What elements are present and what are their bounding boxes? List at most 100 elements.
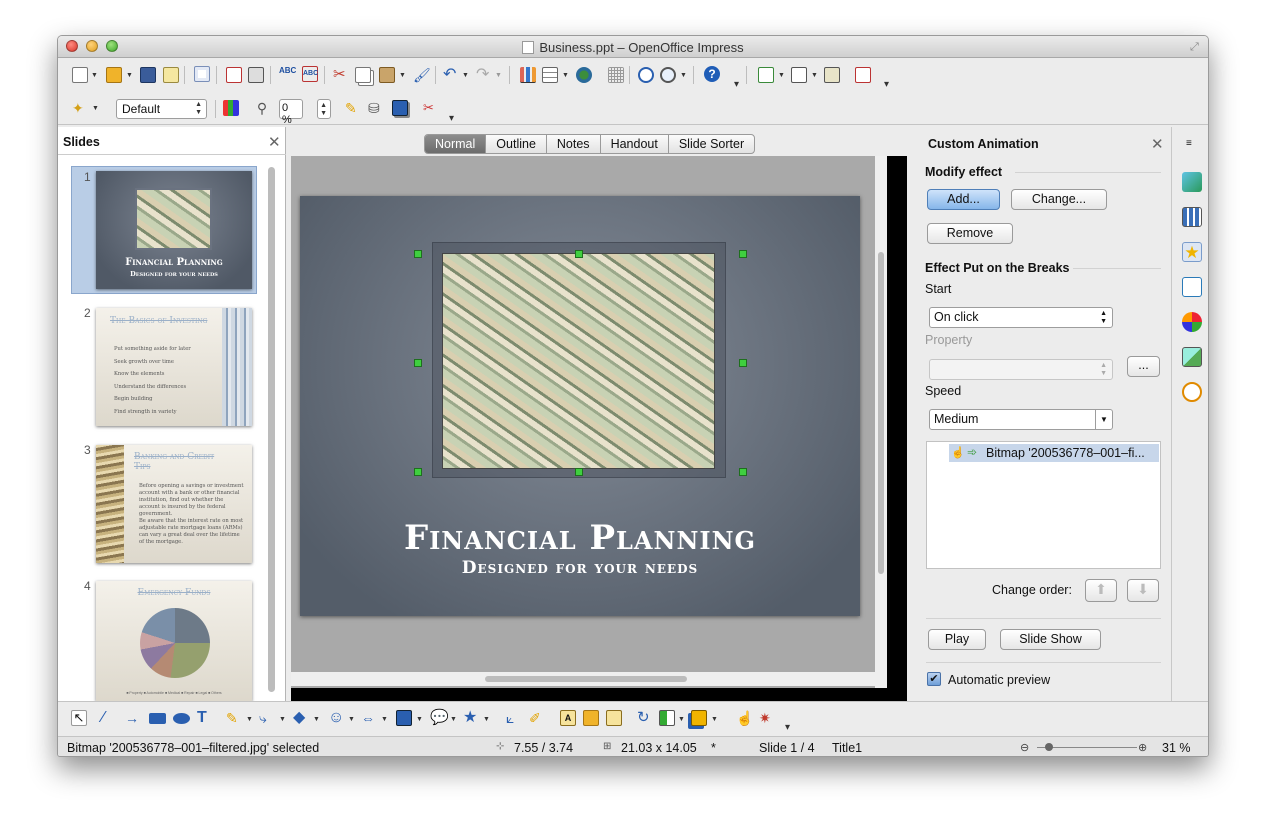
effects-list-item[interactable]: ☝ ➾ Bitmap '200536778–001–fi... xyxy=(949,444,1159,462)
color-bar-icon[interactable] xyxy=(223,100,239,116)
property-options-button[interactable]: ... xyxy=(1127,356,1160,377)
fontwork-icon[interactable]: A xyxy=(560,710,576,726)
slide-title[interactable]: Financial Planning xyxy=(300,518,860,558)
slide-thumbnail-1[interactable]: Financial Planning Designed for your nee… xyxy=(96,171,252,289)
close-animation-panel-icon[interactable]: ✕ xyxy=(1151,135,1164,153)
curve-icon[interactable]: ✎ xyxy=(226,710,242,726)
shadow-icon[interactable] xyxy=(392,100,408,116)
save-icon[interactable] xyxy=(140,67,156,83)
tab-notes[interactable]: Notes xyxy=(545,135,600,153)
main-slide[interactable]: Financial Planning Designed for your nee… xyxy=(300,196,860,616)
play-button[interactable]: Play xyxy=(928,629,986,650)
selection-handle[interactable] xyxy=(575,250,583,258)
symbol-shapes-icon[interactable]: ☺ xyxy=(328,710,344,726)
sidebar-menu-icon[interactable]: ≡ xyxy=(1186,138,1192,149)
zoom-out-icon[interactable]: ⊖ xyxy=(1020,741,1029,754)
callouts-icon[interactable]: 💬 xyxy=(430,710,449,726)
ellipse-icon[interactable] xyxy=(173,713,190,724)
remove-effect-button[interactable]: Remove xyxy=(927,223,1013,244)
change-effect-button[interactable]: Change... xyxy=(1011,189,1107,210)
move-up-button[interactable]: ⬆ xyxy=(1085,579,1117,602)
start-select[interactable]: On click ▲ ▼ xyxy=(929,307,1113,328)
display-grid-icon[interactable] xyxy=(576,67,592,83)
tab-normal[interactable]: Normal xyxy=(425,135,486,153)
filter-icon[interactable]: ⚲ xyxy=(254,100,270,116)
slide-subtitle[interactable]: Designed for your needs xyxy=(300,558,860,578)
zoom-status[interactable]: 31 % xyxy=(1162,741,1191,755)
stars-icon[interactable]: ★ xyxy=(463,710,479,726)
tab-handout[interactable]: Handout xyxy=(599,135,668,153)
chart-icon[interactable] xyxy=(520,67,536,83)
vertical-scroll-thumb[interactable] xyxy=(878,252,884,574)
arrange-icon[interactable] xyxy=(691,710,707,726)
slide-thumbnail-3[interactable]: Banking and Credit Tips Before opening a… xyxy=(96,445,252,563)
navigator-icon[interactable] xyxy=(638,67,654,83)
selection-handle[interactable] xyxy=(414,468,422,476)
fill-bucket-icon[interactable]: ⛁ xyxy=(368,100,384,116)
autospellcheck-icon[interactable]: ABC xyxy=(302,66,318,82)
clone-formatting-icon[interactable]: 🖌 xyxy=(413,67,431,83)
fullscreen-icon[interactable]: ⤢ xyxy=(1190,41,1202,53)
text-icon[interactable]: T xyxy=(197,709,213,726)
slide-transition-icon[interactable] xyxy=(1182,277,1202,297)
slide-thumbnail-4[interactable]: Emergency Funds ■ Property ■ Automobile … xyxy=(96,581,252,701)
basic-shapes-icon[interactable]: ◆ xyxy=(293,710,309,726)
connector-icon[interactable]: ⤷ xyxy=(259,710,275,726)
copy-icon[interactable] xyxy=(355,67,371,83)
effects-icon[interactable]: ✷ xyxy=(759,710,775,726)
slide-show-icon[interactable] xyxy=(824,67,840,83)
points-icon[interactable]: ⟀ xyxy=(506,710,522,726)
table-icon[interactable] xyxy=(542,67,558,83)
rotate-icon[interactable]: ↻ xyxy=(637,710,653,726)
select-arrow-icon[interactable]: ↖ xyxy=(71,710,87,726)
spellcheck-icon[interactable]: ABC xyxy=(279,67,296,83)
slide-layout-icon[interactable] xyxy=(758,67,774,83)
redo-icon[interactable]: ↷ xyxy=(476,67,492,83)
glue-points-icon[interactable]: ✐ xyxy=(529,710,545,726)
automatic-preview-checkbox[interactable]: ✔ xyxy=(927,672,941,686)
crop-icon[interactable]: ✂ xyxy=(423,100,439,116)
selection-handle[interactable] xyxy=(414,359,422,367)
undo-icon[interactable]: ↶ xyxy=(443,67,459,83)
pen-icon[interactable]: ✎ xyxy=(345,100,361,116)
zoom-in-icon[interactable]: ⊕ xyxy=(1138,741,1147,754)
transparency-spinner[interactable]: ▲ ▼ xyxy=(317,99,331,119)
styles-icon[interactable] xyxy=(1182,312,1202,332)
selection-handle[interactable] xyxy=(575,468,583,476)
tab-slide-sorter[interactable]: Slide Sorter xyxy=(667,135,754,153)
layout-select[interactable]: Default ▲ ▼ xyxy=(116,99,207,119)
export-pdf-icon[interactable] xyxy=(226,67,242,83)
gallery-toolbar-icon[interactable] xyxy=(606,710,622,726)
cut-icon[interactable]: ✂ xyxy=(333,67,349,83)
arrow-line-icon[interactable]: → xyxy=(125,710,141,726)
slide-design-icon[interactable] xyxy=(791,67,807,83)
slide-thumbnail-2[interactable]: The Basics of Investing Put something as… xyxy=(96,308,252,426)
slides-scrollbar[interactable] xyxy=(268,167,275,692)
slide-show-button[interactable]: Slide Show xyxy=(1000,629,1101,650)
print-icon[interactable] xyxy=(248,67,264,83)
speed-select[interactable]: Medium ▼ xyxy=(929,409,1113,430)
transparency-field[interactable]: 0 % xyxy=(279,99,303,126)
flowchart-icon[interactable] xyxy=(396,710,412,726)
line-icon[interactable]: ⁄ xyxy=(102,710,118,726)
selection-handle[interactable] xyxy=(739,250,747,258)
presentation-icon[interactable] xyxy=(855,67,871,83)
magic-wand-icon[interactable]: ✦ xyxy=(72,100,88,116)
selection-handle[interactable] xyxy=(414,250,422,258)
add-effect-button[interactable]: Add... xyxy=(927,189,1000,210)
rectangle-icon[interactable] xyxy=(149,713,166,724)
tab-outline[interactable]: Outline xyxy=(485,135,546,153)
new-document-icon[interactable] xyxy=(72,67,88,83)
move-down-button[interactable]: ⬇ xyxy=(1127,579,1159,602)
layouts-icon[interactable] xyxy=(1182,207,1202,227)
horizontal-scroll-thumb[interactable] xyxy=(485,676,687,682)
block-arrows-icon[interactable]: ⇔ xyxy=(361,710,377,726)
align-icon[interactable] xyxy=(659,710,675,726)
selection-handle[interactable] xyxy=(739,468,747,476)
zoom-slider-thumb[interactable] xyxy=(1045,743,1053,751)
effects-list[interactable]: ☝ ➾ Bitmap '200536778–001–fi... xyxy=(926,441,1161,569)
gallery-icon[interactable] xyxy=(1182,347,1202,367)
paste-icon[interactable] xyxy=(379,67,395,83)
helplines-icon[interactable] xyxy=(608,67,624,83)
help-icon[interactable]: ? xyxy=(704,66,720,82)
